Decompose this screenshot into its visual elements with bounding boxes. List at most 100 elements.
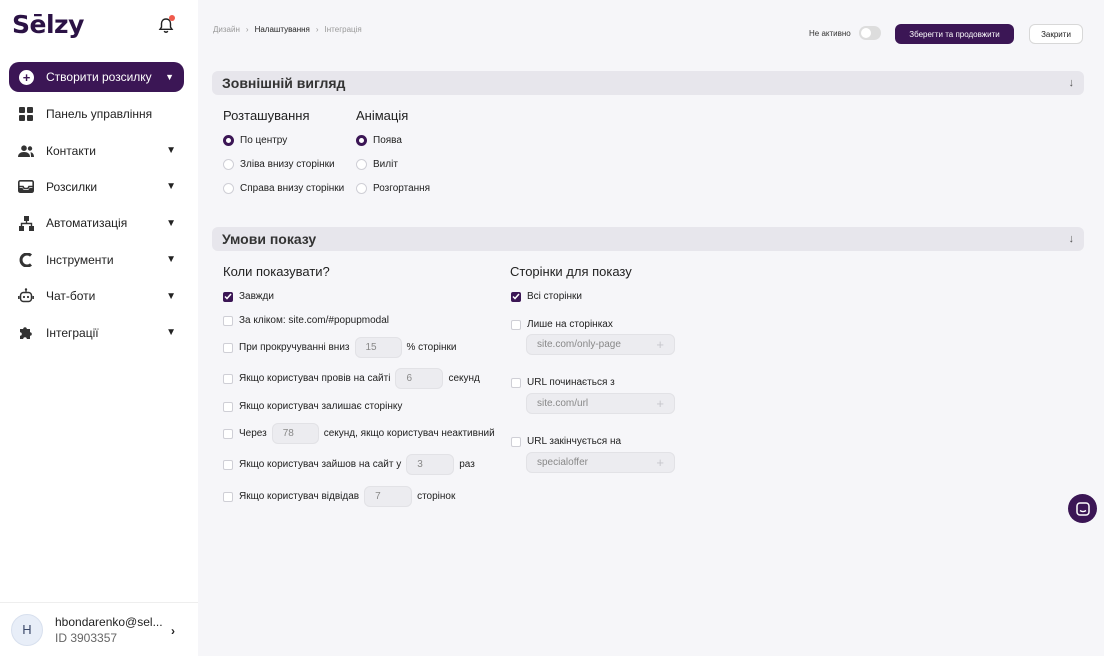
- plus-icon[interactable]: +: [656, 337, 664, 352]
- breadcrumb-design[interactable]: Дизайн: [213, 25, 240, 34]
- checkbox[interactable]: [223, 491, 233, 502]
- save-continue-button[interactable]: Зберегти та продовжити: [895, 24, 1014, 44]
- radio-position-center[interactable]: По центру: [223, 135, 287, 146]
- when-title: Коли показувати?: [223, 264, 330, 279]
- checkbox[interactable]: [223, 428, 233, 439]
- create-campaign-label: Створити розсилку: [46, 70, 152, 84]
- user-email: hbondarenko@sel...: [55, 614, 163, 629]
- radio-selected-icon: [223, 135, 234, 146]
- pages-url-ends: URL закінчується на: [511, 436, 621, 447]
- breadcrumb-settings[interactable]: Налаштування: [255, 25, 310, 34]
- section-conditions-header[interactable]: Умови показу ↓: [212, 227, 1084, 251]
- radio-label: Поява: [373, 135, 402, 146]
- sidebar-item-label: Чат-боти: [46, 289, 96, 304]
- scroll-percent-input[interactable]: 15: [354, 337, 402, 358]
- sidebar-item-integrations[interactable]: Інтеграції ▼: [0, 314, 198, 350]
- checkbox-checked[interactable]: [223, 291, 233, 302]
- checkbox-label: Якщо користувач відвідав: [239, 491, 360, 502]
- sidebar-item-label: Автоматизація: [46, 216, 128, 231]
- chevron-down-icon: ▼: [166, 181, 176, 193]
- breadcrumb-separator-icon: ›: [245, 25, 249, 34]
- checkbox-label-suffix: секунд: [448, 373, 480, 384]
- user-profile[interactable]: H hbondarenko@sel... ID 3903357 ›: [0, 602, 198, 656]
- input-placeholder: site.com/only-page: [537, 339, 621, 350]
- checkbox[interactable]: [511, 377, 521, 388]
- condition-time-on-site: Якщо користувач провів на сайті 6 секунд: [223, 368, 480, 389]
- sidebar-item-automation[interactable]: Автоматизація ▼: [0, 205, 198, 241]
- checkbox-label: Якщо користувач залишає сторінку: [239, 401, 403, 412]
- sidebar-item-dashboard[interactable]: Панель управління: [0, 96, 198, 132]
- sidebar-item-chatbots[interactable]: Чат-боти ▼: [0, 278, 198, 314]
- sidebar-item-contacts[interactable]: Контакти ▼: [0, 132, 198, 168]
- radio-animation-appear[interactable]: Поява: [356, 135, 402, 146]
- chevron-down-icon: ▼: [165, 72, 174, 82]
- radio-position-bottom-left[interactable]: Зліва внизу сторінки: [223, 159, 335, 170]
- checkbox-label: URL починається з: [527, 377, 615, 388]
- sidebar-item-campaigns[interactable]: Розсилки ▼: [0, 169, 198, 205]
- checkbox-label: Через: [239, 428, 267, 439]
- input-placeholder: site.com/url: [537, 398, 589, 409]
- status-label: Не активно: [809, 29, 851, 38]
- checkbox-label: Лише на сторінках: [527, 319, 613, 330]
- condition-leave-page: Якщо користувач залишає сторінку: [223, 401, 402, 412]
- chevron-right-icon[interactable]: ›: [171, 624, 175, 638]
- notification-dot: [169, 15, 175, 21]
- checkbox[interactable]: [223, 401, 233, 412]
- user-id: ID 3903357: [55, 630, 118, 645]
- automation-icon: [18, 215, 34, 231]
- active-toggle[interactable]: [859, 26, 881, 40]
- create-campaign-button[interactable]: + Створити розсилку ▼: [9, 62, 184, 92]
- puzzle-icon: [18, 325, 34, 341]
- pages-title: Сторінки для показу: [510, 264, 632, 279]
- only-pages-input[interactable]: site.com/only-page +: [526, 334, 675, 355]
- url-ends-input[interactable]: specialoffer +: [526, 452, 675, 473]
- radio-label: Виліт: [373, 159, 398, 170]
- sidebar-item-tools[interactable]: Інструменти ▼: [0, 242, 198, 278]
- sidebar-item-label: Інтеграції: [46, 325, 99, 340]
- radio-animation-expand[interactable]: Розгортання: [356, 183, 430, 194]
- checkbox[interactable]: [511, 319, 521, 330]
- support-chat-button[interactable]: [1068, 494, 1097, 523]
- tools-icon: [18, 252, 34, 268]
- time-seconds-input[interactable]: 6: [395, 368, 444, 389]
- checkmark-icon: [224, 293, 232, 300]
- radio-label: Розгортання: [373, 183, 431, 194]
- checkbox[interactable]: [223, 315, 233, 326]
- idle-seconds-input[interactable]: 78: [271, 423, 319, 444]
- selzy-logo[interactable]: Sēlzy: [12, 10, 84, 39]
- breadcrumb-separator-icon: ›: [315, 25, 319, 34]
- checkbox-label: Якщо користувач провів на сайті: [239, 373, 391, 384]
- pages-count-input[interactable]: 7: [364, 486, 413, 507]
- visits-count-input[interactable]: 3: [406, 454, 455, 475]
- radio-label: По центру: [240, 135, 288, 146]
- avatar: H: [11, 613, 43, 646]
- chatbot-icon: [18, 288, 34, 304]
- chat-icon: [1075, 501, 1090, 516]
- breadcrumb-integration[interactable]: Інтеграція: [325, 25, 362, 34]
- checkbox[interactable]: [511, 436, 521, 447]
- radio-animation-fly-in[interactable]: Виліт: [356, 159, 398, 170]
- checkbox[interactable]: [223, 373, 233, 384]
- pages-all: Всі сторінки: [511, 291, 582, 302]
- checkbox-label: За кліком: site.com/#popupmodal: [239, 315, 390, 326]
- plus-icon[interactable]: +: [656, 396, 664, 411]
- plus-icon[interactable]: +: [656, 455, 664, 470]
- arrow-down-icon: ↓: [1068, 233, 1075, 245]
- checkbox[interactable]: [223, 342, 233, 353]
- animation-title: Анімація: [356, 108, 409, 123]
- section-title: Умови показу: [222, 231, 317, 247]
- radio-icon: [356, 183, 367, 194]
- section-appearance-header[interactable]: Зовнішній вигляд ↓: [212, 71, 1084, 95]
- checkbox-label: Завжди: [239, 291, 274, 302]
- sidebar-item-label: Інструменти: [46, 252, 114, 267]
- breadcrumb: Дизайн › Налаштування › Інтеграція: [213, 25, 362, 34]
- sidebar-item-label: Панель управління: [46, 107, 153, 122]
- url-starts-input[interactable]: site.com/url +: [526, 393, 675, 414]
- close-button[interactable]: Закрити: [1029, 24, 1083, 44]
- radio-position-bottom-right[interactable]: Справа внизу сторінки: [223, 183, 344, 194]
- radio-icon: [223, 159, 234, 170]
- checkbox[interactable]: [223, 459, 233, 470]
- position-title: Розташування: [223, 108, 310, 123]
- checkbox-checked[interactable]: [511, 291, 521, 302]
- condition-visits: Якщо користувач зайшов на сайт у 3 раз: [223, 454, 475, 475]
